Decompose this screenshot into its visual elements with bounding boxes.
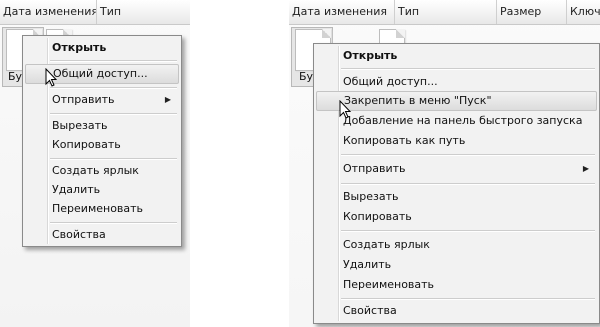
menu-item-cut[interactable]: Вырезать <box>316 187 597 207</box>
mouse-cursor-icon <box>339 100 352 119</box>
menu-item-copy[interactable]: Копировать <box>25 135 179 155</box>
menu-separator <box>50 113 177 115</box>
menu-item-rename[interactable]: Переименовать <box>316 275 597 295</box>
menu-item-send-to-label: Отправить <box>343 162 406 175</box>
menu-separator <box>341 298 595 300</box>
column-header-modified[interactable]: Дата изменения <box>0 0 97 24</box>
menu-item-properties[interactable]: Свойства <box>25 225 179 245</box>
menu-separator <box>341 154 595 156</box>
menu-separator <box>50 60 177 62</box>
column-header-key[interactable]: Ключ <box>567 0 600 24</box>
menu-separator <box>341 183 595 185</box>
column-header-type[interactable]: Тип <box>395 0 497 24</box>
column-header-bar: Дата изменения Тип <box>0 0 190 25</box>
menu-item-pin-start[interactable]: Закрепить в меню "Пуск" <box>316 91 597 111</box>
menu-item-cut[interactable]: Вырезать <box>25 116 179 136</box>
menu-item-copy[interactable]: Копировать <box>316 207 597 227</box>
menu-item-copy-as-path[interactable]: Копировать как путь <box>316 131 597 151</box>
menu-item-rename[interactable]: Переименовать <box>25 199 179 219</box>
right-explorer-panel: Дата изменения Тип Размер Ключ Бу Открыт… <box>289 0 600 327</box>
menu-item-send-to-label: Отправить <box>52 93 115 106</box>
menu-item-share[interactable]: Общий доступ... <box>316 72 597 92</box>
file-name[interactable]: Бу <box>299 70 313 83</box>
menu-item-delete[interactable]: Удалить <box>25 180 179 200</box>
file-name[interactable]: Бу <box>8 70 22 83</box>
column-header-bar: Дата изменения Тип Размер Ключ <box>289 0 600 25</box>
mouse-cursor-icon <box>45 68 58 87</box>
submenu-arrow-icon: ▶ <box>164 95 171 104</box>
context-menu: Открыть Общий доступ... Закрепить в меню… <box>313 43 600 324</box>
menu-item-open[interactable]: Открыть <box>316 46 597 66</box>
column-header-type[interactable]: Тип <box>97 0 190 24</box>
menu-separator <box>341 230 595 232</box>
menu-item-delete[interactable]: Удалить <box>316 255 597 275</box>
column-header-modified[interactable]: Дата изменения <box>289 0 395 24</box>
menu-separator <box>50 222 177 224</box>
menu-item-properties[interactable]: Свойства <box>316 301 597 321</box>
menu-item-send-to[interactable]: Отправить ▶ <box>316 159 597 179</box>
menu-separator <box>341 68 595 70</box>
menu-item-send-to[interactable]: Отправить ▶ <box>25 90 179 110</box>
menu-item-create-shortcut[interactable]: Создать ярлык <box>316 235 597 255</box>
menu-separator <box>50 158 177 160</box>
menu-separator <box>50 87 177 89</box>
menu-item-open[interactable]: Открыть <box>25 38 179 58</box>
menu-item-create-shortcut[interactable]: Создать ярлык <box>25 161 179 181</box>
menu-item-add-quicklaunch[interactable]: Добавление на панель быстрого запуска <box>316 111 597 131</box>
submenu-arrow-icon: ▶ <box>582 164 589 173</box>
column-header-size[interactable]: Размер <box>497 0 567 24</box>
context-menu: Открыть Общий доступ... Отправить ▶ Выре… <box>22 35 182 247</box>
left-explorer-panel: Дата изменения Тип Бу Открыть Общий дост… <box>0 0 190 327</box>
